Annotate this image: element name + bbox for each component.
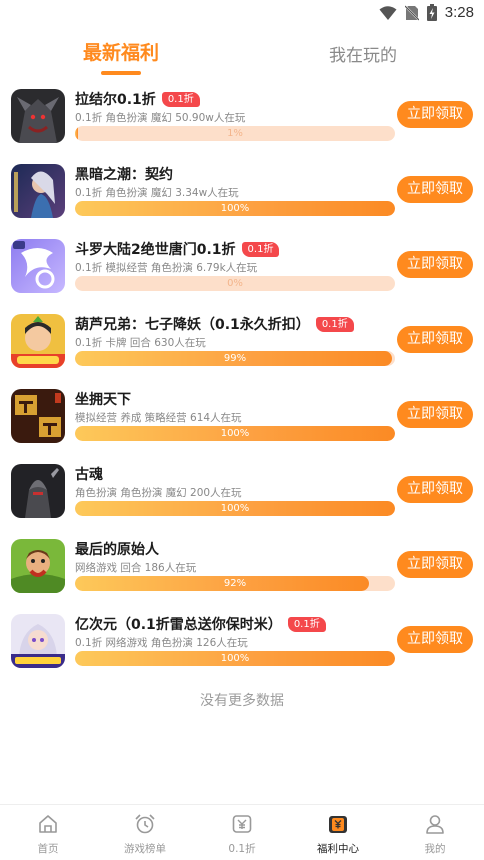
yen-gift-icon xyxy=(327,813,349,835)
zhengtong-baye-game-icon[interactable] xyxy=(11,389,65,443)
no-sim-icon xyxy=(404,4,419,21)
no-more-data-text: 没有更多数据 xyxy=(200,693,284,709)
list-item: 坐拥天下 模拟经营 养成 策略经营 614人在玩 100% 立即领取 xyxy=(0,380,484,455)
discount-badge: 0.1折 xyxy=(287,617,326,632)
claim-button[interactable]: 立即领取 xyxy=(397,251,473,278)
claim-button[interactable]: 立即领取 xyxy=(397,476,473,503)
progress-label: 1% xyxy=(227,128,243,139)
claim-button[interactable]: 立即领取 xyxy=(397,626,473,653)
claim-progress-bar: 100% xyxy=(75,201,395,216)
atlantis-heroine-game-icon[interactable] xyxy=(11,164,65,218)
game-tags: 模拟经营 养成 策略经营 614人在玩 xyxy=(75,412,242,424)
progress-label: 0% xyxy=(227,278,243,289)
claim-button[interactable]: 立即领取 xyxy=(397,176,473,203)
game-tags: 0.1折 网络游戏 角色扮演 126人在玩 xyxy=(75,637,248,649)
game-name: 亿次元（0.1折雷总送你保时米） 0.1折 xyxy=(75,614,326,634)
nav-discount[interactable]: 0.1折 xyxy=(194,805,290,860)
yen-tag-icon xyxy=(231,813,253,835)
bottom-nav: 首页 游戏榜单 0.1折 福利中心 我的 xyxy=(0,804,484,860)
progress-label: 92% xyxy=(223,578,247,589)
claim-button[interactable]: 立即领取 xyxy=(397,551,473,578)
claim-progress-bar: 100% xyxy=(75,651,395,666)
list-item: 斗罗大陆2绝世唐门0.1折 0.1折 0.1折 模拟经营 角色扮演 6.79k人在… xyxy=(0,230,484,305)
claim-progress-bar: 92% xyxy=(75,576,395,591)
claim-progress-bar: 1% xyxy=(75,126,395,141)
anime-girl-game-icon[interactable] xyxy=(11,614,65,668)
game-tags: 角色扮演 角色扮演 魔幻 200人在玩 xyxy=(75,487,242,499)
discount-badge: 0.1折 xyxy=(315,317,354,332)
game-tags: 0.1折 角色扮演 魔幻 3.34w人在玩 xyxy=(75,187,239,199)
dark-knight-game-icon[interactable] xyxy=(11,464,65,518)
game-name: 古魂 xyxy=(75,467,103,483)
tab-latest-benefits[interactable]: 最新福利 xyxy=(51,38,191,65)
game-name: 坐拥天下 xyxy=(75,392,131,408)
list-item: 葫芦兄弟：七子降妖（0.1永久折扣） 0.1折 0.1折 卡牌 回合 630人在玩… xyxy=(0,305,484,380)
claim-button[interactable]: 立即领取 xyxy=(397,401,473,428)
progress-label: 100% xyxy=(220,203,250,214)
home-icon xyxy=(37,813,59,835)
claim-progress-bar: 0% xyxy=(75,276,395,291)
progress-label: 100% xyxy=(220,428,250,439)
game-name: 葫芦兄弟：七子降妖（0.1永久折扣） 0.1折 xyxy=(75,314,354,334)
game-tags: 0.1折 角色扮演 魔幻 50.90w人在玩 xyxy=(75,112,246,124)
douluo-logo-game-icon[interactable] xyxy=(11,239,65,293)
nav-label: 首页 xyxy=(37,843,59,855)
caveman-game-icon[interactable] xyxy=(11,539,65,593)
battery-charging-icon xyxy=(426,4,437,21)
game-name: 最后的原始人 xyxy=(75,542,159,558)
list-item: 拉结尔0.1折 0.1折 0.1折 角色扮演 魔幻 50.90w人在玩 1% 立即… xyxy=(0,80,484,155)
list-item: 最后的原始人 网络游戏 回合 186人在玩 92% 立即领取 xyxy=(0,530,484,605)
nav-label: 0.1折 xyxy=(228,843,256,855)
claim-progress-bar: 100% xyxy=(75,501,395,516)
progress-label: 99% xyxy=(223,353,247,364)
game-name: 拉结尔0.1折 0.1折 xyxy=(75,89,200,109)
discount-badge: 0.1折 xyxy=(161,92,200,107)
claim-progress-bar: 99% xyxy=(75,351,395,366)
calabash-brothers-game-icon[interactable] xyxy=(11,314,65,368)
alarm-clock-icon xyxy=(134,813,156,835)
wifi-icon xyxy=(379,5,397,21)
nav-welfare-center[interactable]: 福利中心 xyxy=(290,805,386,860)
nav-home[interactable]: 首页 xyxy=(0,805,96,860)
game-tags: 网络游戏 回合 186人在玩 xyxy=(75,562,197,574)
claim-button[interactable]: 立即领取 xyxy=(397,326,473,353)
list-item: 古魂 角色扮演 角色扮演 魔幻 200人在玩 100% 立即领取 xyxy=(0,455,484,530)
nav-label: 游戏榜单 xyxy=(124,843,166,855)
tab-playing[interactable]: 我在玩的 xyxy=(293,41,433,66)
nav-mine[interactable]: 我的 xyxy=(387,805,483,860)
nav-label: 我的 xyxy=(424,843,446,855)
progress-label: 100% xyxy=(220,503,250,514)
claim-progress-bar: 100% xyxy=(75,426,395,441)
nav-label: 福利中心 xyxy=(317,843,359,855)
game-name: 斗罗大陆2绝世唐门0.1折 0.1折 xyxy=(75,239,280,259)
list-item: 亿次元（0.1折雷总送你保时米） 0.1折 0.1折 网络游戏 角色扮演 126人… xyxy=(0,605,484,680)
list-item: 黑暗之潮：契约 0.1折 角色扮演 魔幻 3.34w人在玩 100% 立即领取 xyxy=(0,155,484,230)
dark-warrior-game-icon[interactable] xyxy=(11,89,65,143)
game-tags: 0.1折 卡牌 回合 630人在玩 xyxy=(75,337,206,349)
clock: 3:28 xyxy=(444,4,474,21)
claim-button[interactable]: 立即领取 xyxy=(397,101,473,128)
game-tags: 0.1折 模拟经营 角色扮演 6.79k人在玩 xyxy=(75,262,258,274)
tab-bar: 最新福利 我在玩的 xyxy=(0,36,484,80)
discount-badge: 0.1折 xyxy=(241,242,280,257)
nav-game-ranking[interactable]: 游戏榜单 xyxy=(97,805,193,860)
user-icon xyxy=(424,813,446,835)
progress-label: 100% xyxy=(220,653,250,664)
status-bar: 3:28 xyxy=(0,0,484,28)
tab-active-indicator xyxy=(101,71,141,75)
game-name: 黑暗之潮：契约 xyxy=(75,167,173,183)
